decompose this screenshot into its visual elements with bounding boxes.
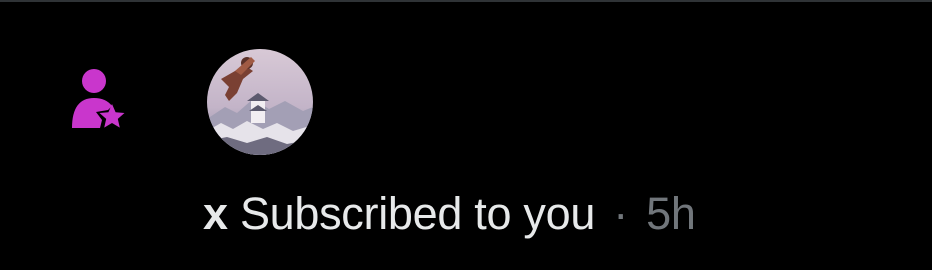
user-avatar[interactable]	[207, 49, 313, 155]
timestamp[interactable]: 5h	[646, 188, 696, 239]
notification-item[interactable]: x Subscribed to you · 5h	[0, 2, 932, 270]
user-name[interactable]: x	[203, 188, 228, 239]
separator-dot: ·	[613, 188, 628, 239]
person-star-icon	[68, 68, 128, 132]
notification-text: x Subscribed to you · 5h	[203, 186, 696, 242]
action-text: Subscribed to you	[239, 188, 596, 239]
